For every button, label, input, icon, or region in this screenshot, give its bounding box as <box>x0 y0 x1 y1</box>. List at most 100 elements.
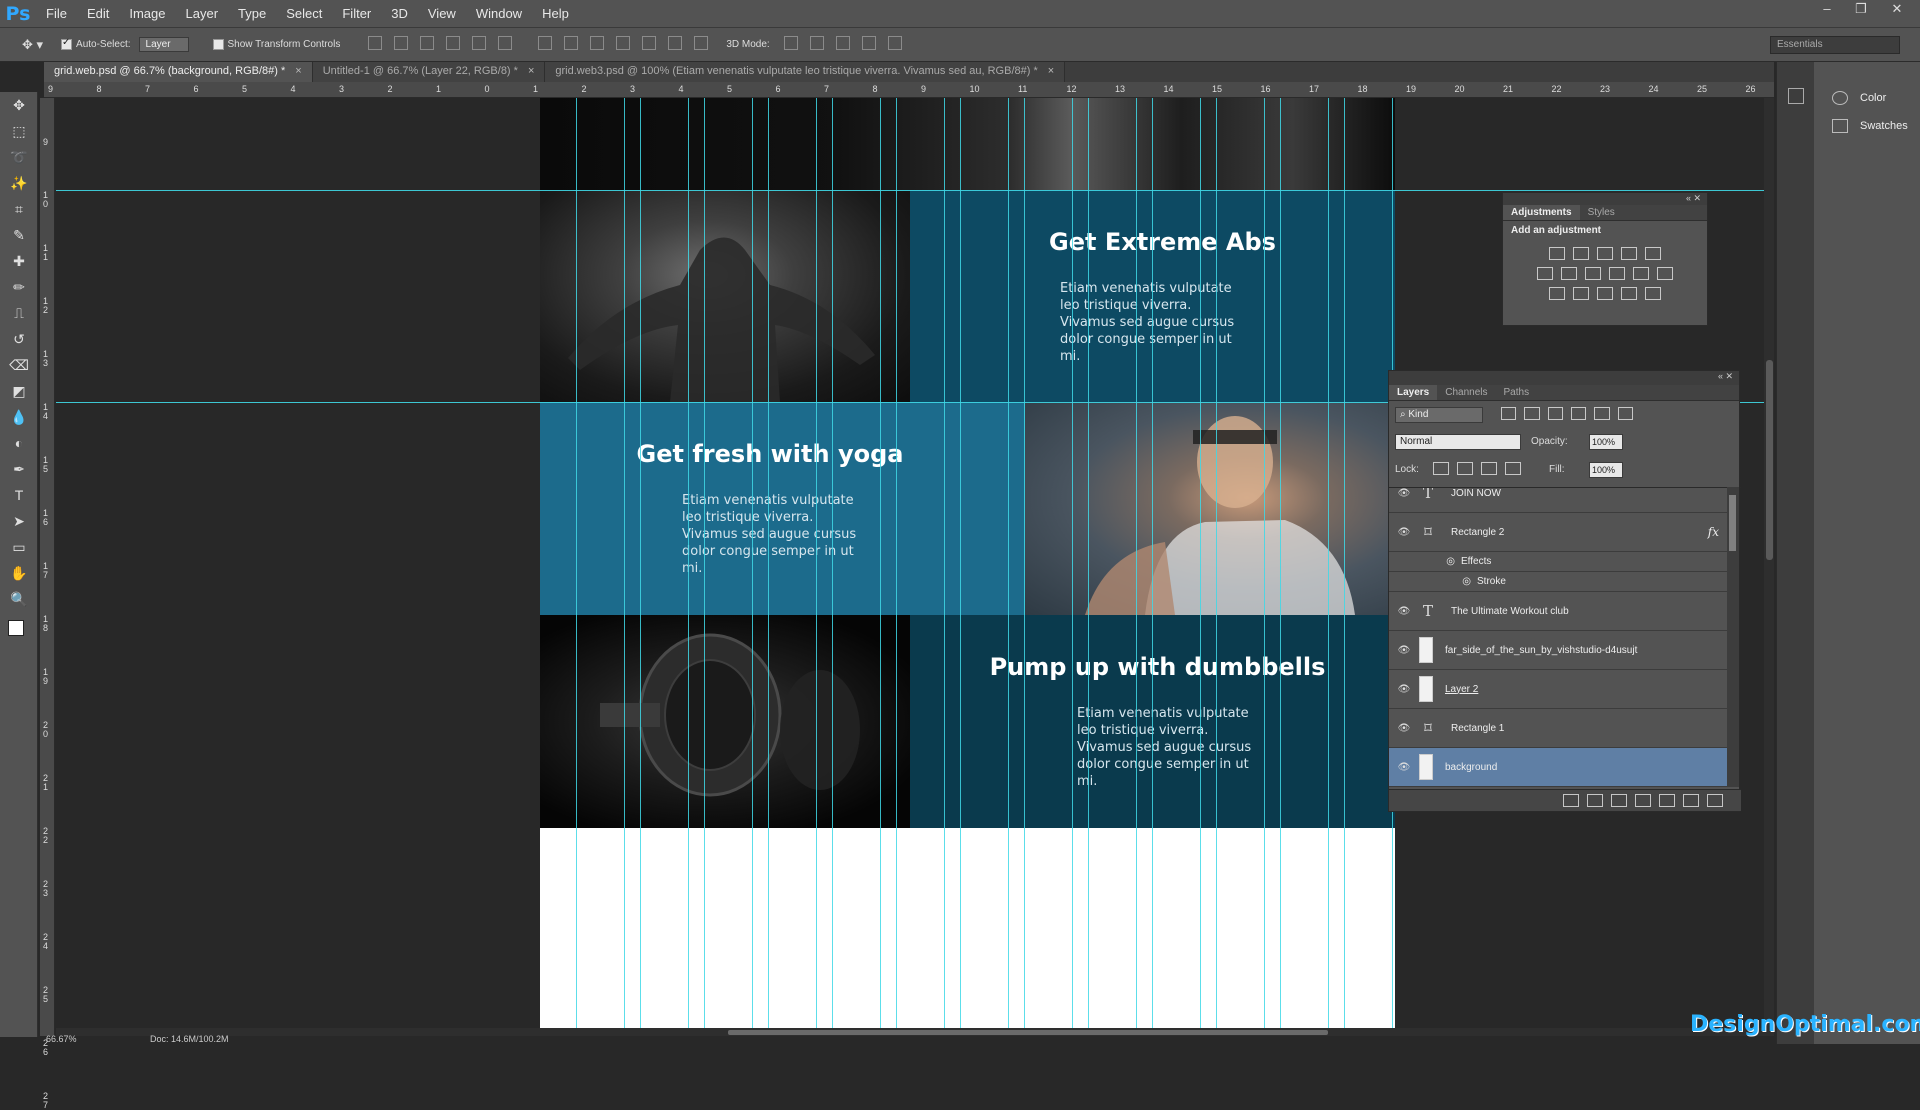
magic-wand-icon[interactable]: ✨ <box>0 170 38 196</box>
layers-panel-header[interactable]: « ✕ <box>1389 371 1739 385</box>
menu-file[interactable]: File <box>36 0 77 28</box>
group-folder-icon[interactable] <box>1659 794 1675 807</box>
3d-mode-icons[interactable] <box>778 36 908 53</box>
vertical-guide[interactable] <box>816 98 817 1036</box>
vertical-guide[interactable] <box>768 98 769 1036</box>
fx-icon[interactable] <box>1587 794 1603 807</box>
auto-select-checkbox[interactable]: Auto-Select: <box>61 37 131 50</box>
layer-list-scrollbar[interactable] <box>1727 487 1739 787</box>
pen-icon[interactable]: ✒ <box>0 456 38 482</box>
blend-mode-dropdown[interactable]: Normal <box>1395 434 1521 450</box>
visibility-eye-icon[interactable]: 👁 <box>1389 488 1419 499</box>
vertical-guide[interactable] <box>832 98 833 1036</box>
close-tab-icon[interactable]: × <box>528 65 534 77</box>
adjustment-icons-row-3[interactable] <box>1503 287 1707 300</box>
restore-button[interactable]: ❐ <box>1846 0 1876 20</box>
move-tool-icon[interactable]: ✥ ▾ <box>22 37 43 53</box>
menu-filter[interactable]: Filter <box>332 0 381 28</box>
show-transform-checkbox[interactable]: Show Transform Controls <box>212 38 340 50</box>
close-tab-icon[interactable]: × <box>295 65 301 77</box>
stamp-icon[interactable]: ⎍ <box>0 300 38 326</box>
document-canvas[interactable]: Get Extreme Abs Etiam venenatis vulputat… <box>540 98 1395 1036</box>
trash-icon[interactable] <box>1707 794 1723 807</box>
menu-window[interactable]: Window <box>466 0 532 28</box>
vertical-guide[interactable] <box>1216 98 1217 1036</box>
hand-icon[interactable]: ✋ <box>0 560 38 586</box>
visibility-eye-icon[interactable]: 👁 <box>1389 606 1419 617</box>
vertical-guide[interactable] <box>1008 98 1009 1036</box>
history-panel-icon[interactable] <box>1787 88 1804 104</box>
fx-badge[interactable]: fx <box>1708 525 1719 539</box>
vertical-guide[interactable] <box>752 98 753 1036</box>
distribute-icons[interactable] <box>532 36 714 53</box>
brush-icon[interactable]: ✏ <box>0 274 38 300</box>
document-tab[interactable]: grid.web3.psd @ 100% (Etiam venenatis vu… <box>545 62 1066 82</box>
visibility-eye-icon[interactable]: 👁 <box>1389 527 1419 538</box>
blur-icon[interactable]: 💧 <box>0 404 38 430</box>
vertical-guide[interactable] <box>1024 98 1025 1036</box>
color-panel-button[interactable]: Color <box>1814 84 1920 112</box>
vertical-guide[interactable] <box>1280 98 1281 1036</box>
vertical-guide[interactable] <box>1152 98 1153 1036</box>
menu-edit[interactable]: Edit <box>77 0 119 28</box>
horizontal-guide[interactable] <box>56 190 1766 191</box>
effect-eye-icon[interactable]: ◎ <box>1419 556 1461 567</box>
horizontal-scroll-thumb[interactable] <box>728 1030 1328 1035</box>
menu-view[interactable]: View <box>418 0 466 28</box>
menu-help[interactable]: Help <box>532 0 579 28</box>
layer-row[interactable]: 👁 background <box>1389 748 1727 787</box>
document-tab[interactable]: grid.web.psd @ 66.7% (background, RGB/8#… <box>44 62 313 82</box>
layer-row[interactable]: 👁 T The Ultimate Workout club <box>1389 592 1727 631</box>
minimize-button[interactable]: – <box>1812 0 1842 20</box>
visibility-eye-icon[interactable]: 👁 <box>1389 723 1419 734</box>
lock-icons[interactable] <box>1429 462 1525 475</box>
type-icon[interactable]: T <box>0 482 38 508</box>
adjustment-layer-icon[interactable] <box>1635 794 1651 807</box>
menu-image[interactable]: Image <box>119 0 175 28</box>
close-window-button[interactable]: ✕ <box>1882 0 1912 20</box>
tab-channels[interactable]: Channels <box>1437 385 1495 400</box>
history-brush-icon[interactable]: ↺ <box>0 326 38 352</box>
layer-list-scroll-thumb[interactable] <box>1729 495 1736 551</box>
adjustments-panel-header[interactable]: « ✕ <box>1503 193 1707 205</box>
link-layers-icon[interactable] <box>1563 794 1579 807</box>
adjustment-icons-row-2[interactable] <box>1503 267 1707 280</box>
layer-effect-row[interactable]: ◎ Effects <box>1389 552 1727 572</box>
vertical-guide[interactable] <box>880 98 881 1036</box>
tab-paths[interactable]: Paths <box>1496 385 1538 400</box>
vertical-guide[interactable] <box>576 98 577 1036</box>
dodge-icon[interactable]: ◐ <box>0 430 38 456</box>
vertical-guide[interactable] <box>1264 98 1265 1036</box>
menu-3d[interactable]: 3D <box>381 0 418 28</box>
document-tab[interactable]: Untitled-1 @ 66.7% (Layer 22, RGB/8) * × <box>312 62 546 82</box>
layer-row[interactable]: 👁 ⌑ Rectangle 2 fx <box>1389 513 1727 552</box>
visibility-eye-icon[interactable]: 👁 <box>1389 684 1419 695</box>
layer-row[interactable]: 👁 T JOIN NOW <box>1389 488 1727 513</box>
vertical-scroll-thumb[interactable] <box>1766 360 1773 560</box>
vertical-guide[interactable] <box>944 98 945 1036</box>
effect-eye-icon[interactable]: ◎ <box>1419 576 1477 587</box>
fill-field[interactable]: 100% <box>1589 462 1623 478</box>
opacity-field[interactable]: 100% <box>1589 434 1623 450</box>
close-tab-icon[interactable]: × <box>1048 65 1054 77</box>
eyedropper-icon[interactable]: ✎ <box>0 222 38 248</box>
layer-effect-row[interactable]: ◎ Stroke <box>1389 572 1727 592</box>
color-swatches[interactable] <box>8 620 32 644</box>
crop-icon[interactable]: ⌗ <box>0 196 38 222</box>
auto-select-dropdown[interactable]: Layer <box>138 37 189 52</box>
align-icons[interactable] <box>362 36 518 53</box>
move-icon[interactable]: ✥ <box>0 92 38 118</box>
vertical-guide[interactable] <box>1088 98 1089 1036</box>
new-layer-icon[interactable] <box>1683 794 1699 807</box>
filter-kind-dropdown[interactable]: ⌕ Kind <box>1395 407 1483 423</box>
zoom-icon[interactable]: 🔍 <box>0 586 38 612</box>
layer-row[interactable]: 👁 Layer 2 <box>1389 670 1727 709</box>
filter-type-icons[interactable] <box>1497 407 1637 423</box>
tab-layers[interactable]: Layers <box>1389 385 1438 400</box>
menu-layer[interactable]: Layer <box>176 0 229 28</box>
vertical-guide[interactable] <box>1072 98 1073 1036</box>
visibility-eye-icon[interactable]: 👁 <box>1389 762 1419 773</box>
vertical-guide[interactable] <box>1328 98 1329 1036</box>
vertical-scrollbar[interactable] <box>1764 98 1774 1036</box>
swatches-panel-button[interactable]: Swatches <box>1814 112 1920 140</box>
